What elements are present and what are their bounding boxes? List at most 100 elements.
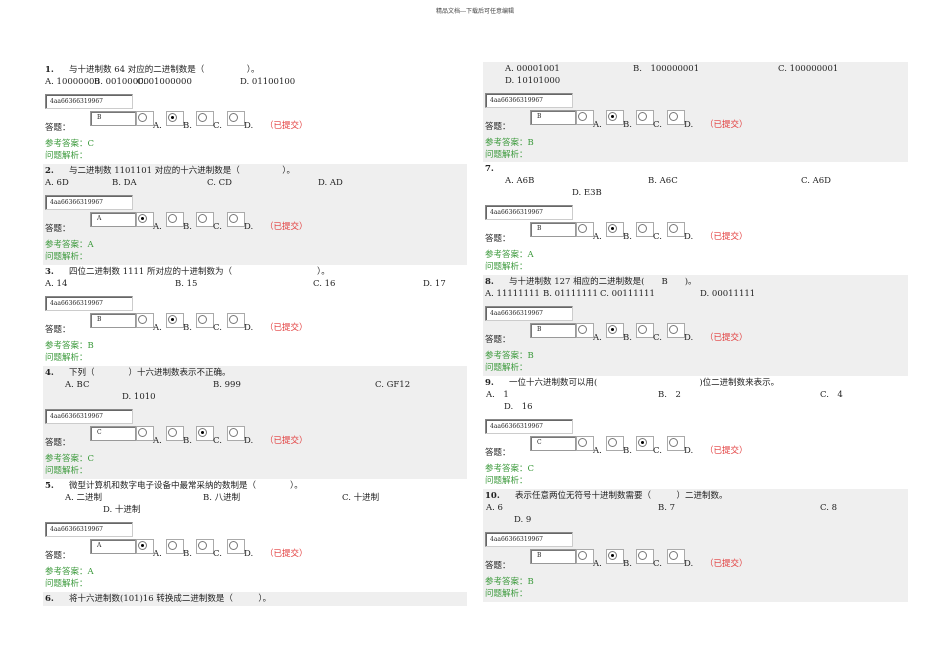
radio-option-d[interactable] (227, 426, 245, 441)
radio-label: C. (653, 333, 662, 343)
radio-option-a[interactable] (136, 212, 154, 227)
radio-option-b[interactable] (166, 426, 184, 441)
radio-button[interactable] (229, 214, 238, 223)
radio-button[interactable] (669, 224, 678, 233)
radio-button[interactable] (578, 224, 587, 233)
radio-option-d[interactable] (227, 539, 245, 554)
radio-option-b[interactable] (166, 111, 184, 126)
radio-button[interactable] (198, 315, 207, 324)
radio-option-d[interactable] (667, 323, 685, 338)
radio-option-d[interactable] (667, 549, 685, 564)
radio-option-c[interactable] (196, 539, 214, 554)
radio-option-c[interactable] (636, 110, 654, 125)
radio-label: A. (593, 559, 602, 569)
answer-input[interactable]: B (530, 110, 576, 125)
question-text: 一位十六进制数可以用( )位二进制数来表示。 (509, 378, 780, 388)
radio-button[interactable] (638, 551, 647, 560)
radio-button[interactable] (198, 541, 207, 550)
radio-button[interactable] (578, 551, 587, 560)
radio-button[interactable] (198, 214, 207, 223)
radio-option-b[interactable] (606, 222, 624, 237)
option-text: C. GF12 (375, 380, 411, 390)
radio-button[interactable] (638, 325, 647, 334)
radio-button[interactable] (168, 315, 177, 324)
radio-label: A. (153, 121, 162, 131)
radio-option-d[interactable] (227, 111, 245, 126)
radio-button[interactable] (229, 541, 238, 550)
radio-option-d[interactable] (667, 222, 685, 237)
radio-button[interactable] (229, 315, 238, 324)
radio-option-c[interactable] (196, 426, 214, 441)
radio-button[interactable] (229, 113, 238, 122)
radio-option-b[interactable] (606, 323, 624, 338)
answer-input[interactable]: A (90, 539, 136, 554)
radio-button[interactable] (198, 428, 207, 437)
answer-input[interactable]: C (530, 436, 576, 451)
radio-option-a[interactable] (576, 549, 594, 564)
radio-option-b[interactable] (606, 110, 624, 125)
option-text: B. 7 (658, 503, 676, 513)
radio-button[interactable] (669, 551, 678, 560)
radio-option-b[interactable] (606, 436, 624, 451)
radio-option-b[interactable] (166, 539, 184, 554)
radio-button[interactable] (638, 438, 647, 447)
radio-button[interactable] (578, 325, 587, 334)
radio-button[interactable] (138, 315, 147, 324)
radio-button[interactable] (669, 325, 678, 334)
radio-button[interactable] (168, 113, 177, 122)
radio-button[interactable] (608, 112, 617, 121)
radio-button[interactable] (168, 428, 177, 437)
radio-button[interactable] (229, 428, 238, 437)
radio-option-c[interactable] (636, 323, 654, 338)
answer-input[interactable]: B (90, 111, 136, 126)
radio-button[interactable] (198, 113, 207, 122)
radio-option-b[interactable] (166, 212, 184, 227)
answer-input[interactable]: B (530, 323, 576, 338)
radio-button[interactable] (669, 112, 678, 121)
radio-option-c[interactable] (196, 212, 214, 227)
answer-input[interactable]: B (90, 313, 136, 328)
radio-option-b[interactable] (606, 549, 624, 564)
radio-button[interactable] (138, 113, 147, 122)
radio-option-a[interactable] (136, 111, 154, 126)
radio-option-d[interactable] (667, 436, 685, 451)
answer-input[interactable]: C (90, 426, 136, 441)
radio-button[interactable] (608, 551, 617, 560)
radio-option-a[interactable] (576, 222, 594, 237)
radio-option-a[interactable] (136, 539, 154, 554)
radio-option-d[interactable] (227, 212, 245, 227)
radio-option-c[interactable] (636, 549, 654, 564)
reference-value: B (527, 138, 534, 148)
option-text: B. 100000001 (633, 64, 700, 74)
radio-option-a[interactable] (136, 313, 154, 328)
radio-button[interactable] (138, 541, 147, 550)
radio-button[interactable] (669, 438, 678, 447)
radio-button[interactable] (138, 214, 147, 223)
radio-option-a[interactable] (576, 436, 594, 451)
radio-option-d[interactable] (667, 110, 685, 125)
radio-option-b[interactable] (166, 313, 184, 328)
radio-button[interactable] (138, 428, 147, 437)
radio-option-c[interactable] (196, 313, 214, 328)
radio-option-d[interactable] (227, 313, 245, 328)
radio-label: B. (183, 436, 192, 446)
radio-button[interactable] (638, 112, 647, 121)
radio-button[interactable] (608, 325, 617, 334)
radio-button[interactable] (168, 214, 177, 223)
radio-button[interactable] (608, 224, 617, 233)
answer-input[interactable]: B (530, 222, 576, 237)
radio-option-a[interactable] (576, 323, 594, 338)
radio-option-c[interactable] (196, 111, 214, 126)
radio-button[interactable] (168, 541, 177, 550)
radio-option-a[interactable] (136, 426, 154, 441)
reference-answer: 参考答案：A (45, 567, 94, 578)
radio-button[interactable] (608, 438, 617, 447)
radio-option-c[interactable] (636, 436, 654, 451)
radio-button[interactable] (638, 224, 647, 233)
radio-button[interactable] (578, 112, 587, 121)
answer-input[interactable]: A (90, 212, 136, 227)
radio-option-c[interactable] (636, 222, 654, 237)
answer-input[interactable]: B (530, 549, 576, 564)
radio-option-a[interactable] (576, 110, 594, 125)
radio-button[interactable] (578, 438, 587, 447)
